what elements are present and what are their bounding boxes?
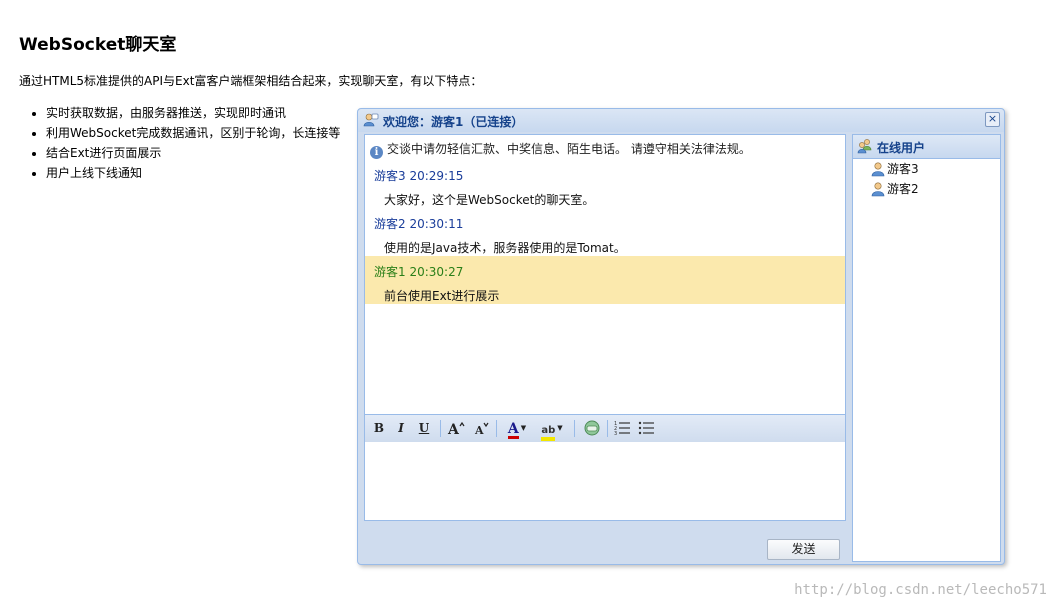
user-name: 游客2	[887, 182, 919, 196]
info-icon: i	[370, 146, 383, 159]
chevron-down-icon: ▼	[520, 424, 527, 432]
font-color-button[interactable]: A ▼	[503, 419, 531, 439]
message-sender: 游客2 20:30:11	[374, 217, 464, 231]
toolbar-divider	[574, 420, 575, 437]
intro-text: 通过HTML5标准提供的API与Ext富客户端框架相结合起来，实现聊天室，有以下…	[19, 74, 483, 88]
chevron-down-icon: ▼	[557, 424, 563, 432]
user-name: 游客3	[887, 162, 919, 176]
toolbar-divider	[607, 420, 608, 437]
italic-button[interactable]: I	[393, 419, 409, 437]
message-item-self: 游客1 20:30:27 前台使用Ext进行展示	[365, 256, 845, 304]
notice-bar: i 交谈中请勿轻信汇款、中奖信息、陌生电话。 请遵守相关法律法规。	[370, 141, 751, 159]
bold-button[interactable]: B	[371, 419, 387, 437]
chat-window: 欢迎您：游客1（已连接） × i 交谈中请勿轻信汇款、中奖信息、陌生电话。 请遵守…	[357, 108, 1005, 565]
toolbar-divider	[440, 420, 441, 437]
message-item: 游客2 20:30:11 使用的是Java技术，服务器使用的是Tomat。	[365, 208, 845, 256]
feature-item: 实时获取数据，由服务器推送，实现即时通讯	[46, 103, 340, 123]
notice-text: 交谈中请勿轻信汇款、中奖信息、陌生电话。 请遵守相关法律法规。	[387, 142, 751, 156]
feature-item: 结合Ext进行页面展示	[46, 143, 340, 163]
send-button[interactable]: 发送	[767, 539, 840, 560]
chat-window-title: 欢迎您：游客1（已连接）	[383, 115, 524, 129]
decrease-font-icon[interactable]: A	[473, 419, 491, 437]
watermark: http://blog.csdn.net/leecho571	[794, 582, 1047, 598]
svg-text:A: A	[474, 424, 484, 437]
close-icon[interactable]: ×	[985, 112, 1000, 127]
highlight-color-button[interactable]: ab ▼	[537, 419, 567, 441]
message-sender: 游客3 20:29:15	[374, 169, 464, 183]
message-item: 游客3 20:29:15 大家好，这个是WebSocket的聊天室。	[365, 160, 845, 208]
highlight-letter: ab	[541, 425, 556, 441]
online-users-title: 在线用户	[877, 141, 926, 155]
svg-text:3: 3	[614, 431, 617, 437]
font-color-letter: A	[507, 421, 519, 439]
feature-item: 用户上线下线通知	[46, 163, 340, 183]
chat-users-icon	[363, 113, 379, 127]
increase-font-icon[interactable]: A	[447, 419, 465, 437]
chat-window-header[interactable]: 欢迎您：游客1（已连接） ×	[358, 109, 1004, 132]
online-users-panel: 在线用户 游客3 游客2	[852, 134, 1001, 562]
ordered-list-icon[interactable]: 1 2 3	[614, 419, 632, 437]
message-text: 使用的是Java技术，服务器使用的是Tomat。	[384, 241, 626, 255]
user-icon	[871, 182, 885, 197]
message-editor[interactable]	[365, 442, 845, 520]
unordered-list-icon[interactable]	[638, 419, 656, 437]
svg-text:A: A	[447, 422, 460, 437]
page-title: WebSocket聊天室	[19, 35, 177, 55]
online-users-header: 在线用户	[853, 135, 1000, 159]
users-group-icon	[857, 139, 872, 154]
message-text: 大家好，这个是WebSocket的聊天室。	[384, 193, 595, 207]
message-sender: 游客1 20:30:27	[374, 265, 464, 279]
underline-button[interactable]: U	[416, 419, 432, 437]
editor-toolbar: B I U A A A ▼ ab ▼ 1 2 3	[365, 414, 845, 443]
message-text: 前台使用Ext进行展示	[384, 289, 500, 303]
user-icon	[871, 162, 885, 177]
feature-item: 利用WebSocket完成数据通讯，区别于轮询，长连接等	[46, 123, 340, 143]
feature-list: 实时获取数据，由服务器推送，实现即时通讯 利用WebSocket完成数据通讯，区…	[28, 103, 340, 183]
toolbar-divider	[496, 420, 497, 437]
insert-link-icon[interactable]	[583, 419, 601, 437]
chat-panel: i 交谈中请勿轻信汇款、中奖信息、陌生电话。 请遵守相关法律法规。 游客3 20:…	[364, 134, 846, 521]
